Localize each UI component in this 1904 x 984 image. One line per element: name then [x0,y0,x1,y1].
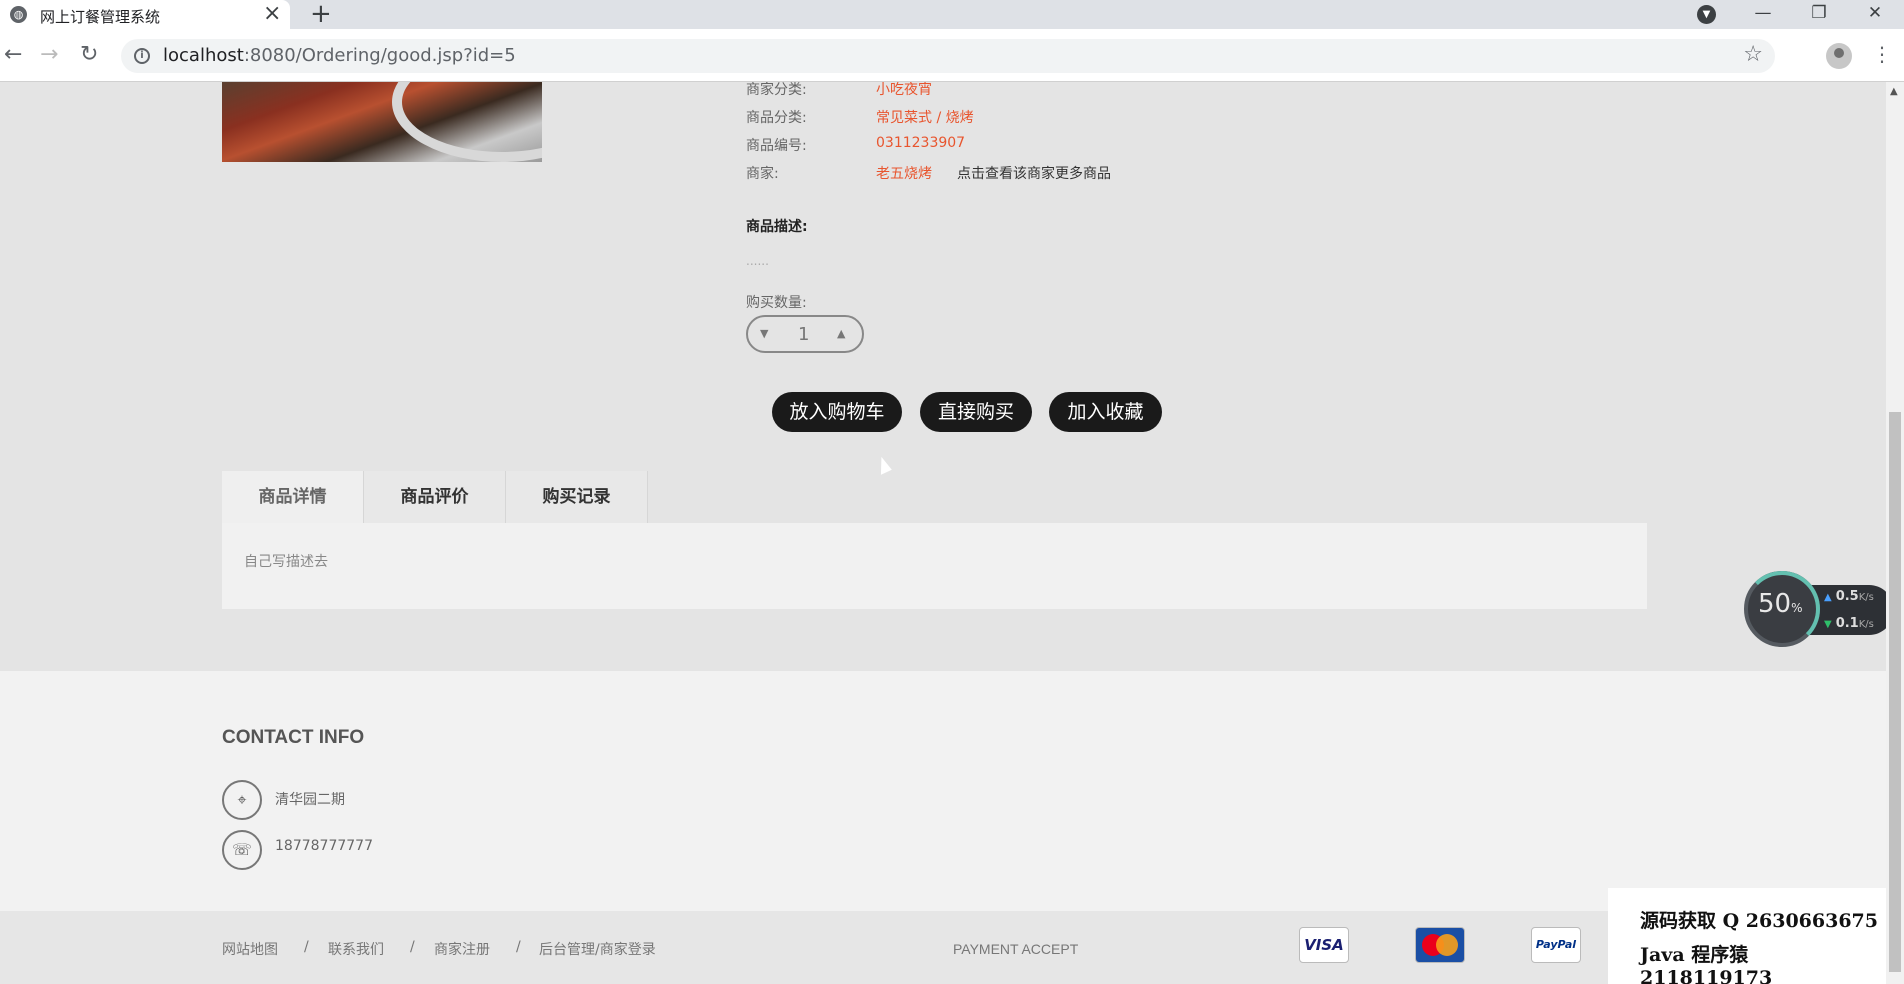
paypal-card-icon: PayPal [1531,927,1581,963]
page-scrollbar[interactable]: ▲ [1886,82,1904,984]
visa-card-icon: VISA [1299,927,1349,963]
merchant-value[interactable]: 老五烧烤 [876,163,932,183]
phone-icon: ☏ [222,830,262,870]
speed-percent: 50% [1758,589,1803,619]
promo-overlay: 源码获取 Q 2630663675 Java 程序猿 2118119173 [1608,888,1886,984]
mastercard-icon [1415,927,1465,963]
tab-content-text: 自己写描述去 [244,554,328,570]
download-speed: ▼ 0.1K/s [1824,616,1874,631]
merchant-more-link[interactable]: 点击查看该商家更多商品 [957,163,1111,183]
merchant-category-label: 商家分类: [746,82,807,98]
footer-link-sitemap[interactable]: 网站地图 [222,939,278,959]
url-path: :8080/Ordering/good.jsp?id=5 [243,45,516,66]
bookmark-star-icon[interactable]: ☆ [1743,42,1763,67]
quantity-value[interactable]: 1 [798,324,809,345]
more-menu-icon[interactable]: ⋮ [1872,41,1892,67]
address-bar[interactable]: i localhost:8080/Ordering/good.jsp?id=5 … [121,39,1775,73]
scroll-up-icon[interactable]: ▲ [1890,86,1898,97]
browser-tab[interactable]: ◍ 网上订餐管理系统 × [0,0,290,29]
page-viewport: 商家分类: 小吃夜宵 商品分类: 常见菜式 / 烧烤 商品编号: 0311233… [0,82,1904,984]
info-icon[interactable]: i [134,48,150,64]
product-category-value[interactable]: 常见菜式 / 烧烤 [876,107,974,127]
promo-line-2: Java 程序猿 2118119173 [1640,944,1773,984]
upload-arrow-icon: ▲ [1824,592,1832,603]
footer-separator: / [304,939,309,955]
tab-search-icon[interactable]: ▼ [1697,5,1716,24]
footer: CONTACT INFO ⌖ 清华园二期 ☏ 18778777777 [0,671,1886,911]
payment-label: PAYMENT ACCEPT [953,941,1079,957]
add-to-cart-button[interactable]: 放入购物车 [772,392,902,432]
footer-link-merchant-register[interactable]: 商家注册 [434,939,490,959]
footer-separator: / [516,939,521,955]
back-icon[interactable]: ← [4,42,22,68]
contact-title: CONTACT INFO [222,727,365,748]
plate-shape [392,82,542,162]
download-arrow-icon: ▼ [1824,619,1832,630]
phone-text: 18778777777 [275,838,373,854]
url-text[interactable]: localhost:8080/Ordering/good.jsp?id=5 [163,45,516,66]
upload-speed: ▲ 0.5K/s [1824,589,1874,604]
add-favorite-button[interactable]: 加入收藏 [1049,392,1162,432]
tab-title: 网上订餐管理系统 [40,8,161,26]
scrollbar-thumb[interactable] [1889,412,1901,972]
tab-details[interactable]: 商品详情 [222,471,364,523]
globe-icon: ◍ [10,6,27,23]
tab-purchase-history[interactable]: 购买记录 [506,471,648,523]
close-tab-icon[interactable]: × [263,2,281,26]
url-host: localhost [163,45,244,66]
description-title: 商品描述: [746,219,808,235]
restore-icon[interactable]: ❐ [1796,0,1842,29]
product-image [222,82,542,162]
window-close-icon[interactable]: ✕ [1852,0,1898,29]
map-pin-icon: ⌖ [222,780,262,820]
browser-tabbar: ◍ 网上订餐管理系统 × + ▼ — ❐ ✕ [0,0,1904,29]
browser-toolbar: ← → ↻ i localhost:8080/Ordering/good.jsp… [0,29,1904,82]
tab-reviews[interactable]: 商品评价 [364,471,506,523]
product-id-label: 商品编号: [746,138,807,154]
footer-separator: / [410,939,415,955]
product-id-value: 0311233907 [876,135,966,151]
new-tab-icon[interactable]: + [310,0,332,29]
forward-icon[interactable]: → [40,42,58,68]
upload-speed-value: 0.5 [1835,589,1859,604]
network-speed-widget[interactable]: 50% ▲ 0.5K/s ▼ 0.1K/s [1744,571,1894,647]
upload-speed-unit: K/s [1858,592,1874,603]
mouse-cursor [874,455,892,475]
footer-link-contact[interactable]: 联系我们 [328,939,384,959]
download-speed-value: 0.1 [1835,616,1859,631]
decrement-icon[interactable]: ▼ [760,327,768,340]
address-text: 清华园二期 [275,792,345,808]
minimize-icon[interactable]: — [1740,0,1786,29]
bottom-bar: 网站地图 / 联系我们 / 商家注册 / 后台管理/商家登录 PAYMENT A… [0,911,1886,984]
tab-content-panel: 自己写描述去 [222,523,1647,609]
quantity-stepper[interactable]: ▼ 1 ▲ [746,315,864,353]
merchant-label: 商家: [746,166,779,182]
mastercard-orange-circle [1436,934,1458,956]
account-icon[interactable] [1826,43,1852,69]
increment-icon[interactable]: ▲ [837,327,845,340]
description-text: ...... [746,254,769,268]
promo-line-1: 源码获取 Q 2630663675 [1640,910,1878,932]
download-speed-unit: K/s [1858,619,1874,630]
merchant-category-value[interactable]: 小吃夜宵 [876,82,932,99]
buy-now-button[interactable]: 直接购买 [920,392,1032,432]
quantity-label: 购买数量: [746,295,807,311]
speed-percent-value: 50 [1758,589,1792,619]
product-category-label: 商品分类: [746,110,807,126]
speed-percent-unit: % [1791,601,1803,615]
reload-icon[interactable]: ↻ [80,42,98,68]
footer-link-admin-login[interactable]: 后台管理/商家登录 [539,939,656,959]
